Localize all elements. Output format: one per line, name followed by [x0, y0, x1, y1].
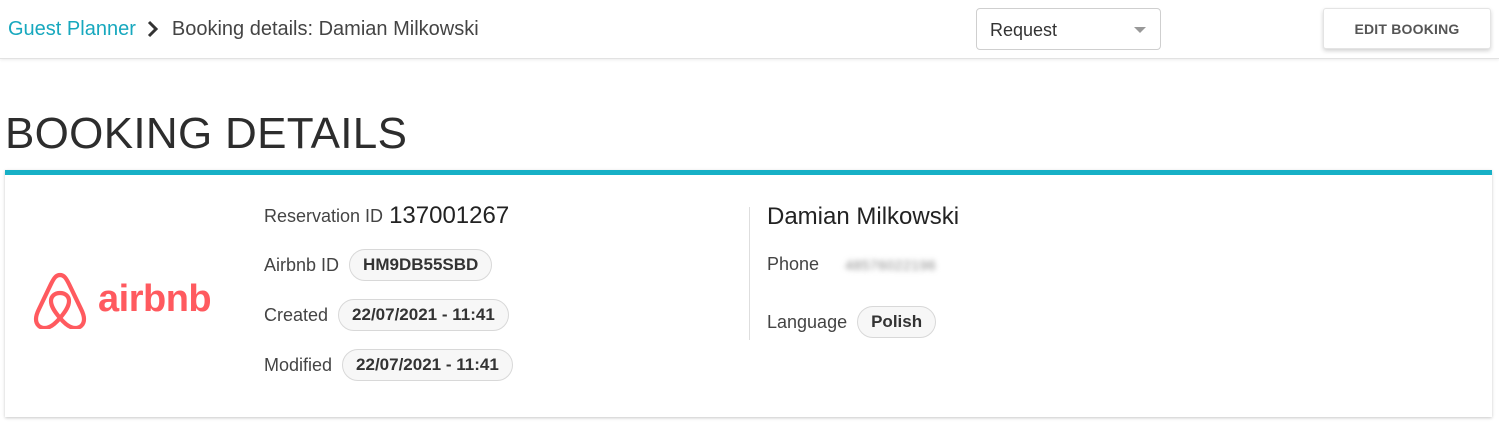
language-row: Language Polish: [767, 306, 937, 338]
phone-value-blurred: 48576022196: [845, 256, 937, 273]
modified-badge: 22/07/2021 - 11:41: [342, 349, 513, 381]
status-select-value: Request: [990, 20, 1058, 40]
language-label: Language: [767, 311, 848, 332]
reservation-id-label: Reservation ID: [264, 205, 384, 226]
phone-label: Phone: [767, 254, 820, 274]
modified-label: Modified: [264, 354, 333, 375]
airbnb-logo-icon: [33, 272, 87, 329]
airbnb-logo-text: airbnb: [98, 278, 212, 320]
reservation-id-row: Reservation ID 137001267: [264, 202, 509, 230]
airbnb-id-row: Airbnb ID HM9DB55SBD: [264, 249, 493, 281]
edit-booking-button[interactable]: EDIT BOOKING: [1323, 8, 1491, 49]
breadcrumb-current: Booking details: Damian Milkowski: [171, 18, 479, 40]
created-row: Created 22/07/2021 - 11:41: [264, 299, 509, 331]
caret-down-icon: [1134, 27, 1146, 33]
guest-name: Damian Milkowski: [767, 203, 960, 230]
created-badge: 22/07/2021 - 11:41: [338, 299, 509, 331]
modified-row: Modified 22/07/2021 - 11:41: [264, 349, 513, 381]
booking-details-card: airbnb Reservation ID 137001267 Airbnb I…: [5, 170, 1492, 417]
column-divider: [749, 207, 750, 340]
chevron-right-icon: [146, 20, 160, 38]
reservation-id-value: 137001267: [389, 202, 510, 229]
top-bar: Guest Planner Booking details: Damian Mi…: [0, 0, 1499, 59]
page-title: BOOKING DETAILS: [5, 109, 408, 158]
airbnb-logo: airbnb: [30, 269, 212, 329]
breadcrumb: Guest Planner Booking details: Damian Mi…: [8, 17, 479, 41]
status-select[interactable]: Request: [976, 8, 1161, 50]
airbnb-id-badge: HM9DB55SBD: [349, 249, 493, 281]
breadcrumb-guest-planner-link[interactable]: Guest Planner: [8, 17, 136, 41]
created-label: Created: [264, 304, 329, 325]
language-badge: Polish: [857, 306, 937, 338]
airbnb-id-label: Airbnb ID: [264, 254, 340, 275]
phone-row: Phone 48576022196: [767, 254, 936, 275]
